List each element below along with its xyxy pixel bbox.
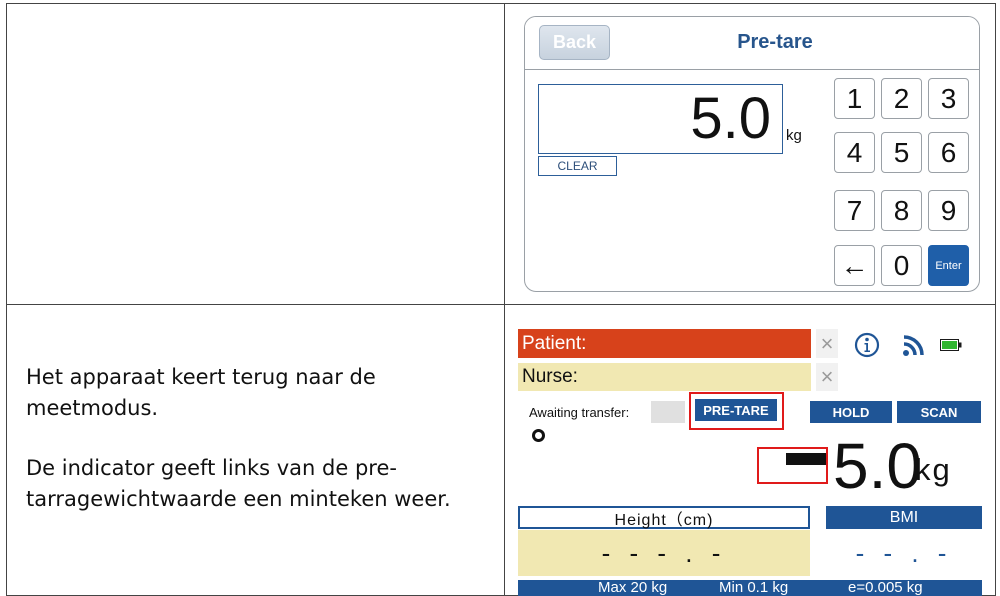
clear-button[interactable]: CLEAR xyxy=(538,156,617,176)
table-column-divider xyxy=(504,4,505,595)
footer-min: Min 0.1 kg xyxy=(719,579,789,596)
pretare-highlight-box xyxy=(689,392,784,430)
description-paragraph-2: De indicator geeft links van de pre-tarr… xyxy=(26,456,451,511)
panel-header-divider xyxy=(525,69,979,70)
table-row-divider xyxy=(7,304,995,305)
bmi-value: - - . - xyxy=(855,537,953,568)
battery-icon xyxy=(940,339,962,351)
footer-e: e=0.005 kg xyxy=(848,579,923,596)
pretare-value: 5.0 xyxy=(690,86,771,151)
key-8[interactable]: 8 xyxy=(881,190,922,231)
key-7[interactable]: 7 xyxy=(834,190,875,231)
minus-highlight-box xyxy=(757,447,828,484)
awaiting-transfer-indicator xyxy=(651,401,685,423)
height-value[interactable]: - - - . - xyxy=(518,530,810,576)
pretare-unit: kg xyxy=(786,127,802,144)
key-0[interactable]: 0 xyxy=(881,245,922,286)
pretare-panel: Back Pre-tare 5.0 kg CLEAR 1 2 3 4 5 6 7… xyxy=(524,16,980,292)
weight-value: 5.0 xyxy=(833,430,922,502)
description-paragraph-1: Het apparaat keert terug naar de meetmod… xyxy=(26,365,376,420)
footer-max: Max 20 kg xyxy=(598,579,668,596)
pretare-value-field[interactable]: 5.0 xyxy=(538,84,783,154)
key-1[interactable]: 1 xyxy=(834,78,875,119)
nurse-clear-icon[interactable]: × xyxy=(816,363,838,391)
key-5[interactable]: 5 xyxy=(881,132,922,173)
key-4[interactable]: 4 xyxy=(834,132,875,173)
weigh-screen: Patient: × Nurse: × Awaiting transfer: P… xyxy=(518,329,982,596)
capacity-footer: Max 20 kg Min 0.1 kg e=0.005 kg xyxy=(518,580,982,596)
key-9[interactable]: 9 xyxy=(928,190,969,231)
backspace-key[interactable]: ← xyxy=(834,245,875,286)
height-field-label[interactable]: Height（cm) xyxy=(518,506,810,529)
panel-title: Pre-tare xyxy=(737,31,813,53)
scan-button[interactable]: SCAN xyxy=(897,401,981,423)
back-button[interactable]: Back xyxy=(539,25,610,60)
patient-field[interactable]: Patient: xyxy=(518,329,811,358)
weight-unit: kg xyxy=(915,452,952,487)
key-6[interactable]: 6 xyxy=(928,132,969,173)
wireless-icon xyxy=(903,335,924,356)
awaiting-transfer-label: Awaiting transfer: xyxy=(529,405,630,420)
hold-button[interactable]: HOLD xyxy=(810,401,892,423)
key-2[interactable]: 2 xyxy=(881,78,922,119)
enter-key[interactable]: Enter xyxy=(928,245,969,286)
bmi-label: BMI xyxy=(826,506,982,529)
patient-clear-icon[interactable]: × xyxy=(816,329,838,358)
nurse-field[interactable]: Nurse: xyxy=(518,363,811,391)
zero-indicator-icon xyxy=(532,429,545,442)
key-3[interactable]: 3 xyxy=(928,78,969,119)
info-icon[interactable] xyxy=(854,332,880,358)
